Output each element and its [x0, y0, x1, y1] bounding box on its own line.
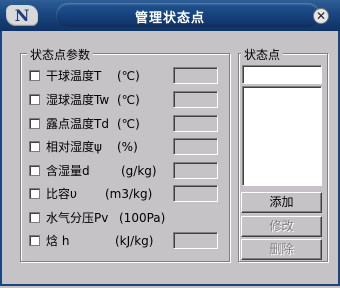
point-list[interactable]	[242, 86, 322, 186]
title-bar[interactable]: N 管理状态点 ✕	[0, 0, 340, 31]
unit-enthalpy: (kJ/kg)	[115, 234, 154, 248]
modify-button[interactable]: 修改	[241, 216, 322, 237]
unit-moisture-content: (g/kg)	[121, 164, 157, 178]
param-row-dew-point: 露点温度Td (℃)	[29, 115, 221, 132]
param-row-enthalpy: 焓 h (kJ/kg)	[29, 232, 221, 249]
param-row-wet-bulb: 湿球温度Tw (℃)	[29, 91, 221, 108]
unit-wet-bulb: (℃)	[117, 93, 140, 107]
field-specific-volume[interactable]	[173, 185, 218, 202]
field-moisture-content[interactable]	[173, 162, 218, 179]
point-name-input[interactable]	[242, 65, 322, 84]
close-icon: ✕	[315, 9, 327, 23]
points-group-title: 状态点	[241, 46, 284, 63]
label-moisture-content: 含湿量d	[46, 164, 90, 178]
add-button[interactable]: 添加	[241, 192, 322, 213]
checkbox-moisture-content[interactable]	[29, 165, 40, 176]
label-dry-bulb: 干球温度T	[46, 69, 102, 83]
label-wet-bulb: 湿球温度Tw	[46, 93, 110, 107]
param-row-relative-humidity: 相对湿度ψ (%)	[29, 138, 221, 155]
param-row-dry-bulb: 干球温度T (℃)	[29, 67, 221, 84]
delete-button[interactable]: 删除	[241, 239, 322, 260]
field-dry-bulb[interactable]	[173, 67, 218, 84]
checkbox-vapor-pressure[interactable]	[29, 212, 40, 223]
param-row-specific-volume: 比容υ (m3/kg)	[29, 185, 221, 202]
params-group-title: 状态点参数	[27, 46, 94, 63]
unit-specific-volume: (m3/kg)	[105, 187, 153, 201]
checkbox-dry-bulb[interactable]	[29, 70, 40, 81]
unit-vapor-pressure: (100Pa)	[119, 211, 166, 225]
field-enthalpy[interactable]	[173, 232, 218, 249]
checkbox-enthalpy[interactable]	[29, 235, 40, 246]
checkbox-wet-bulb[interactable]	[29, 94, 40, 105]
checkbox-specific-volume[interactable]	[29, 188, 40, 199]
params-group: 状态点参数 干球温度T (℃) 湿球温度Tw (℃) 露点温度Td (℃) 相对…	[20, 46, 230, 262]
label-relative-humidity: 相对湿度ψ	[46, 140, 102, 154]
label-specific-volume: 比容υ	[46, 187, 77, 201]
unit-dew-point: (℃)	[117, 117, 140, 131]
unit-dry-bulb: (℃)	[117, 69, 140, 83]
field-wet-bulb[interactable]	[173, 91, 218, 108]
close-button[interactable]: ✕	[313, 8, 329, 24]
label-vapor-pressure: 水气分压Pv	[46, 211, 109, 225]
checkbox-dew-point[interactable]	[29, 118, 40, 129]
param-row-vapor-pressure: 水气分压Pv (100Pa)	[29, 210, 221, 226]
label-dew-point: 露点温度Td	[46, 117, 109, 131]
field-dew-point[interactable]	[173, 115, 218, 132]
unit-relative-humidity: (%)	[117, 140, 138, 154]
window-title: 管理状态点	[134, 11, 205, 26]
checkbox-relative-humidity[interactable]	[29, 141, 40, 152]
param-row-moisture-content: 含湿量d (g/kg)	[29, 162, 221, 179]
field-relative-humidity[interactable]	[173, 138, 218, 155]
label-enthalpy: 焓 h	[46, 234, 70, 248]
